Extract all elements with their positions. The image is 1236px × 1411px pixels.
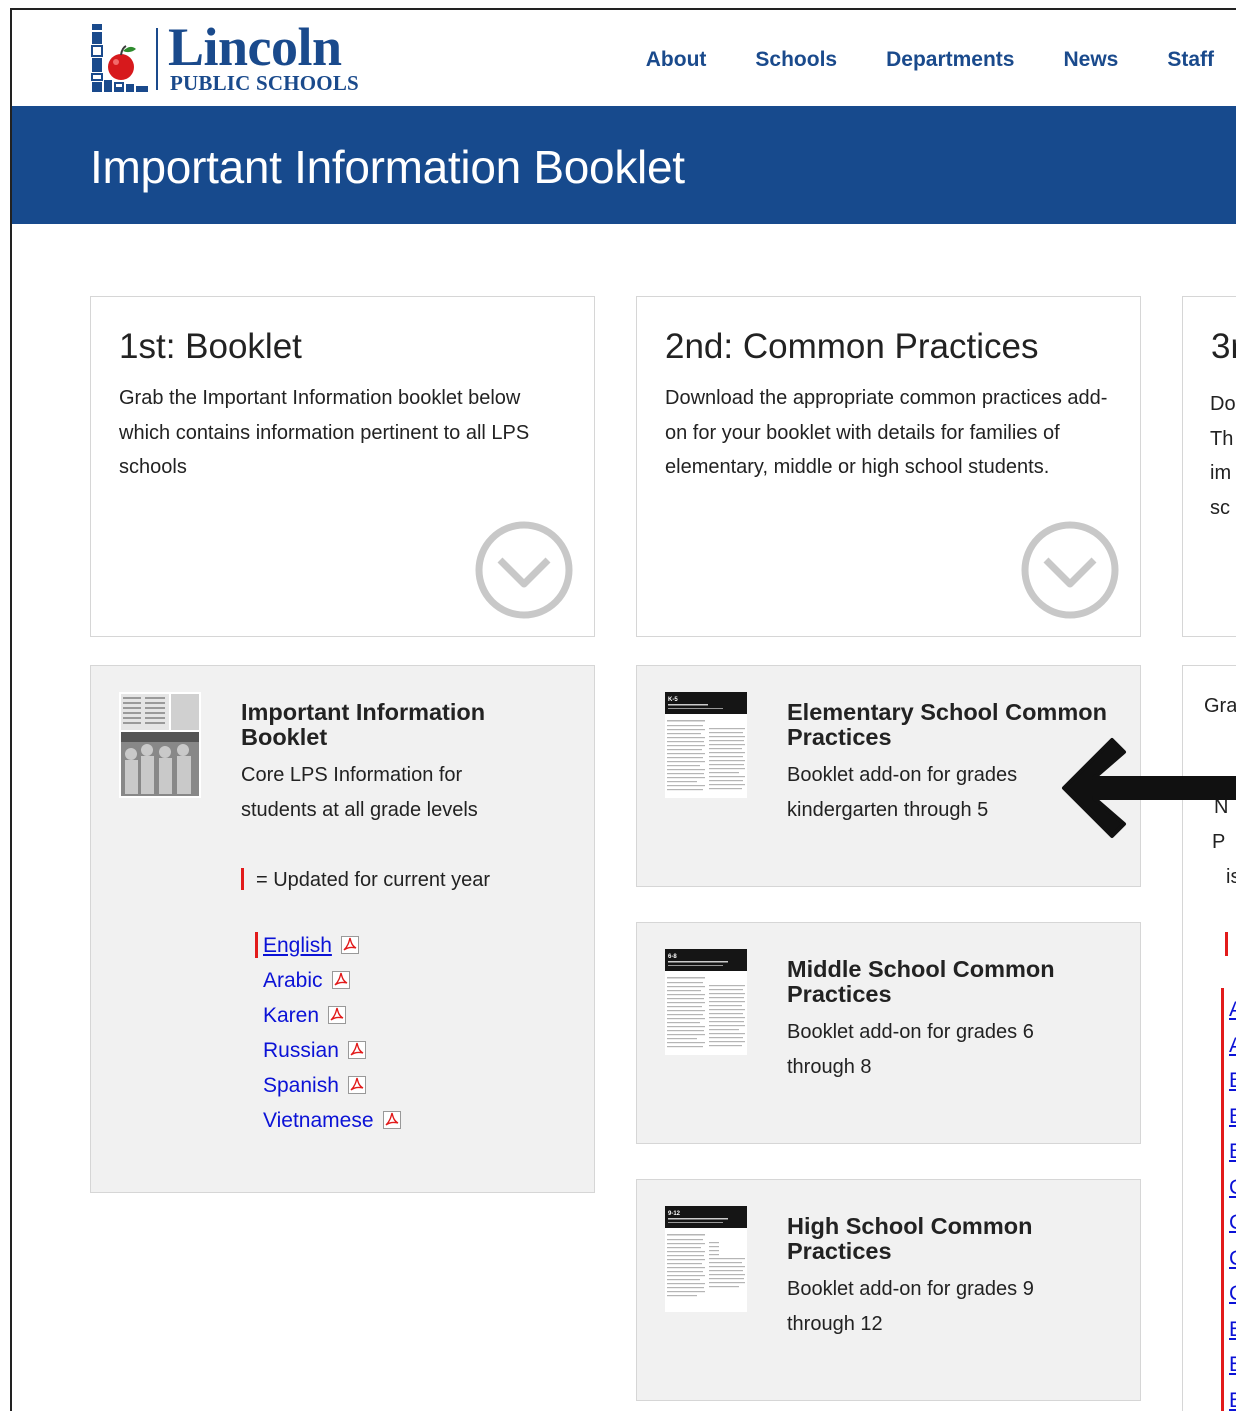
step-card-third-partial: 3r Do Th im sc [1182, 296, 1236, 637]
pdf-icon [382, 1111, 401, 1129]
partial-link[interactable]: E [1229, 1389, 1236, 1411]
language-item: Russian [263, 1033, 402, 1068]
partial-link[interactable]: C [1229, 1176, 1236, 1199]
card-description: Core LPS Information for students at all… [241, 764, 478, 821]
nav-staff[interactable]: Staff [1167, 44, 1214, 76]
browser-viewport: Lincoln PUBLIC SCHOOLS About Schools Dep… [10, 8, 1236, 1411]
booklet-cover-thumbnail[interactable] [119, 692, 201, 798]
card-description: Booklet add-on for grades 6 through 8 [787, 1021, 1034, 1078]
partial-link[interactable]: C [1229, 1247, 1236, 1270]
partial-link-list: A A B B B C C C C E E E [1229, 992, 1236, 1411]
middle-booklet-thumbnail[interactable]: 6-8 [665, 949, 747, 1055]
step-text: Download the appropriate common practice… [665, 387, 1108, 478]
language-item: Arabic [263, 963, 402, 998]
booklet-card: Important Information Booklet Core LPS I… [90, 665, 595, 1193]
nav-about[interactable]: About [646, 44, 707, 76]
partial-link[interactable]: E [1229, 1318, 1236, 1341]
page-banner: Important Information Booklet [12, 106, 1236, 224]
logo-subtitle: PUBLIC SCHOOLS [170, 71, 359, 95]
left-arrow-annotation-icon [1062, 738, 1236, 838]
language-item: Vietnamese [263, 1103, 402, 1138]
partial-link[interactable]: E [1229, 1353, 1236, 1376]
partial-link[interactable]: B [1229, 1140, 1236, 1163]
pdf-icon [328, 1006, 347, 1024]
card-description: Booklet add-on for grades 9 through 12 [787, 1278, 1034, 1335]
nav-schools[interactable]: Schools [755, 44, 837, 76]
partial-link[interactable]: A [1229, 1034, 1236, 1057]
updated-marker [1221, 988, 1224, 1411]
pdf-icon [347, 1041, 366, 1059]
chevron-circle-down-icon[interactable] [1020, 520, 1120, 620]
card-description: Booklet add-on for grades kindergarten t… [787, 764, 1018, 821]
card-title[interactable]: Middle School Common Practices [787, 957, 1107, 1007]
thumb-grade-label: 9-12 [668, 1211, 681, 1217]
page-title: Important Information Booklet [90, 141, 685, 193]
partial-link[interactable]: C [1229, 1211, 1236, 1234]
language-item: Spanish [263, 1068, 402, 1103]
lps-logo[interactable]: Lincoln PUBLIC SCHOOLS [90, 20, 360, 96]
logo-divider [156, 28, 158, 90]
updated-marker [1225, 932, 1228, 956]
middle-practices-card: 6-8 Middle School Common Practices Bookl… [636, 922, 1141, 1144]
language-links: English Arabic Karen Russian Spanish Vie… [255, 928, 402, 1138]
card-title: Important Information Booklet [241, 699, 486, 750]
link-english-pdf[interactable]: English [263, 934, 332, 957]
step-title: 2nd: Common Practices [665, 327, 1039, 366]
partial-link[interactable]: A [1229, 998, 1236, 1021]
updated-legend: = Updated for current year [241, 868, 490, 892]
card-title[interactable]: High School Common Practices [787, 1214, 1107, 1264]
updated-marker [241, 868, 244, 890]
elementary-booklet-thumbnail[interactable]: K-5 [665, 692, 747, 798]
step-text-partial: Do Th im sc [1210, 393, 1236, 519]
language-item: Karen [263, 998, 402, 1033]
link-karen-pdf[interactable]: Karen [263, 1004, 319, 1027]
main-nav: About Schools Departments News Staff [646, 44, 1236, 76]
step-title: 1st: Booklet [119, 327, 302, 366]
thumb-grade-label: K-5 [668, 697, 678, 703]
pdf-icon [331, 971, 350, 989]
high-practices-card: 9-12 High School Common Practices Bookle… [636, 1179, 1141, 1401]
partial-label: Gra [1204, 695, 1236, 717]
thumb-grade-label: 6-8 [668, 954, 677, 960]
language-item: English [255, 928, 402, 963]
link-russian-pdf[interactable]: Russian [263, 1039, 339, 1062]
site-header: Lincoln PUBLIC SCHOOLS About Schools Dep… [12, 10, 1236, 106]
pdf-icon [347, 1076, 366, 1094]
apple-books-logo-icon [91, 24, 148, 92]
pdf-icon [340, 936, 359, 954]
logo-name: Lincoln [168, 17, 342, 77]
partial-link[interactable]: B [1229, 1105, 1236, 1128]
nav-departments[interactable]: Departments [886, 44, 1014, 76]
chevron-circle-down-icon[interactable] [474, 520, 574, 620]
step-card-booklet: 1st: Booklet Grab the Important Informat… [90, 296, 595, 637]
high-booklet-thumbnail[interactable]: 9-12 [665, 1206, 747, 1312]
step-text: Grab the Important Information booklet b… [119, 387, 530, 478]
link-vietnamese-pdf[interactable]: Vietnamese [263, 1109, 374, 1132]
partial-link[interactable]: C [1229, 1282, 1236, 1305]
step-card-common-practices: 2nd: Common Practices Download the appro… [636, 296, 1141, 637]
step-title: 3r [1211, 327, 1236, 366]
link-arabic-pdf[interactable]: Arabic [263, 969, 323, 992]
link-spanish-pdf[interactable]: Spanish [263, 1074, 339, 1097]
partial-link[interactable]: B [1229, 1069, 1236, 1092]
nav-news[interactable]: News [1063, 44, 1118, 76]
